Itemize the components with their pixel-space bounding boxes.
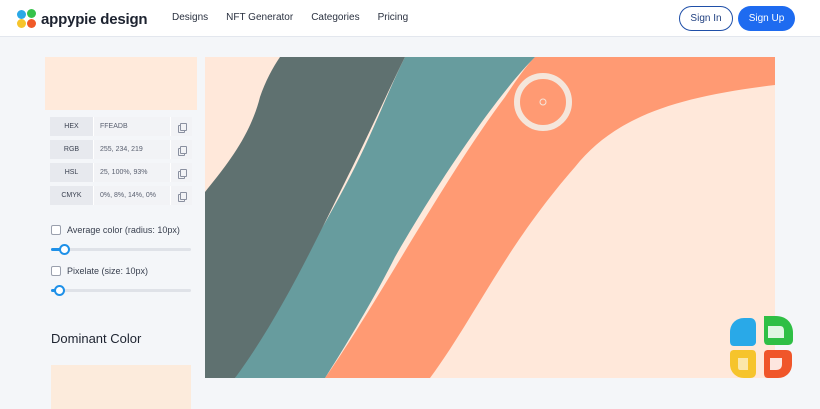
- appypie-logo-icon: [17, 9, 37, 29]
- code-value-hex[interactable]: FFEADB: [93, 117, 170, 136]
- dominant-color-title: Dominant Color: [51, 331, 142, 346]
- sign-in-button[interactable]: Sign In: [679, 6, 733, 31]
- color-info-panel: HEX FFEADB RGB 255, 234, 219 HSL 25, 100…: [45, 57, 197, 307]
- dominant-color-swatch: [51, 365, 191, 409]
- average-color-label: Average color (radius: 10px): [67, 225, 180, 235]
- abstract-wave-image: [205, 57, 775, 378]
- copy-icon: [178, 145, 187, 156]
- code-row-hsl: HSL 25, 100%, 93%: [50, 163, 192, 182]
- brand-logo[interactable]: appypie design: [17, 9, 148, 29]
- copy-cmyk-button[interactable]: [170, 186, 192, 205]
- copy-hsl-button[interactable]: [170, 163, 192, 182]
- copy-hex-button[interactable]: [170, 117, 192, 136]
- average-color-option: Average color (radius: 10px): [51, 225, 180, 235]
- average-radius-slider[interactable]: [51, 243, 191, 255]
- appypie-logo-icon[interactable]: [726, 314, 796, 382]
- nav-link-designs[interactable]: Designs: [172, 12, 208, 23]
- code-label: CMYK: [50, 186, 93, 205]
- slider-thumb[interactable]: [54, 285, 66, 296]
- code-label: HSL: [50, 163, 93, 182]
- copy-icon: [178, 122, 187, 133]
- pixelate-option: Pixelate (size: 10px): [51, 266, 148, 276]
- code-value-rgb[interactable]: 255, 234, 219: [93, 140, 170, 159]
- pixelate-label: Pixelate (size: 10px): [67, 266, 149, 276]
- nav-link-nft-generator[interactable]: NFT Generator: [226, 12, 293, 23]
- average-color-checkbox[interactable]: [51, 225, 61, 235]
- code-row-cmyk: CMYK 0%, 8%, 14%, 0%: [50, 186, 192, 205]
- slider-thumb[interactable]: [58, 244, 70, 255]
- pixelate-size-slider[interactable]: [51, 284, 191, 296]
- pixelate-checkbox[interactable]: [51, 266, 61, 276]
- copy-icon: [178, 191, 187, 202]
- picked-color-swatch: [45, 57, 197, 110]
- uploaded-image-canvas[interactable]: [205, 57, 775, 378]
- sign-up-button[interactable]: Sign Up: [738, 6, 795, 31]
- code-row-hex: HEX FFEADB: [50, 117, 192, 136]
- color-codes: HEX FFEADB RGB 255, 234, 219 HSL 25, 100…: [50, 117, 192, 209]
- top-navbar: appypie design Designs NFT Generator Cat…: [0, 0, 820, 37]
- code-label: RGB: [50, 140, 93, 159]
- code-value-hsl[interactable]: 25, 100%, 93%: [93, 163, 170, 182]
- code-label: HEX: [50, 117, 93, 136]
- copy-icon: [178, 168, 187, 179]
- brand-name: appypie design: [41, 10, 148, 28]
- nav-link-categories[interactable]: Categories: [311, 12, 359, 23]
- code-row-rgb: RGB 255, 234, 219: [50, 140, 192, 159]
- main-nav: Designs NFT Generator Categories Pricing: [172, 12, 426, 23]
- nav-link-pricing[interactable]: Pricing: [378, 12, 409, 23]
- code-value-cmyk[interactable]: 0%, 8%, 14%, 0%: [93, 186, 170, 205]
- copy-rgb-button[interactable]: [170, 140, 192, 159]
